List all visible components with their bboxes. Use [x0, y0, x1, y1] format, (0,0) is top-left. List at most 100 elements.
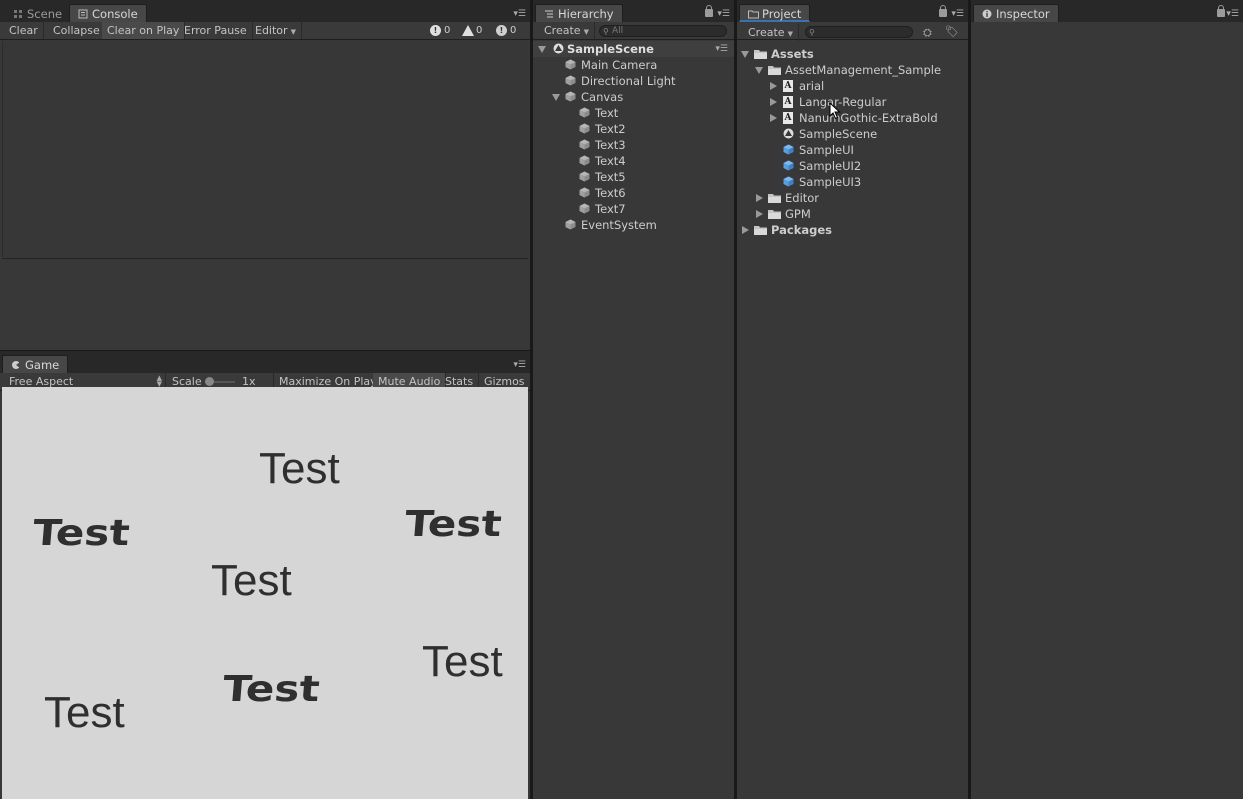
info-count-badge[interactable]: ! 0	[428, 24, 450, 38]
hierarchy-item-directional-light[interactable]: Directional Light	[533, 73, 734, 89]
project-create-label: Create	[748, 26, 785, 39]
tab-hierarchy[interactable]: Hierarchy	[535, 4, 623, 22]
tab-project[interactable]: Project	[739, 4, 811, 22]
hierarchy-item-canvas[interactable]: Canvas	[533, 89, 734, 105]
hierarchy-create-label: Create	[544, 24, 581, 37]
game-text-arial-3: Test	[422, 637, 503, 686]
scene-menu-icon[interactable]: ▾☰	[715, 41, 728, 57]
inspector-lock-icon[interactable]	[1217, 5, 1225, 17]
project-item-assets[interactable]: Assets	[737, 46, 968, 62]
project-lock-icon[interactable]	[939, 5, 947, 17]
clear-on-play-button[interactable]: Clear on Play	[102, 22, 186, 39]
project-item-editor[interactable]: Editor	[737, 190, 968, 206]
scale-slider-thumb[interactable]	[205, 377, 214, 386]
tab-inspector[interactable]: Inspector	[973, 4, 1059, 22]
unity-scene-icon	[783, 128, 794, 139]
hierarchy-item-main-camera[interactable]: Main Camera	[533, 57, 734, 73]
filter-by-type-icon[interactable]: ⛭	[923, 26, 932, 40]
editor-dropdown[interactable]: Editor ▼	[250, 22, 302, 39]
scene-row[interactable]: SampleScene ▾☰	[533, 41, 734, 57]
collapsed-triangle-icon[interactable]	[770, 82, 777, 90]
inspector-body	[971, 22, 1243, 799]
project-item-label: AssetManagement_Sample	[785, 63, 942, 77]
project-item-arial[interactable]: A arial	[737, 78, 968, 94]
console-icon	[78, 8, 88, 19]
game-panel-menu-icon[interactable]: ▾☰	[512, 360, 526, 370]
game-view[interactable]: Test Test Test Test Test Test Test	[2, 387, 528, 799]
project-search-input[interactable]: ⚲	[805, 26, 913, 38]
hierarchy-tabbar: Hierarchy ▾☰	[533, 0, 734, 22]
hierarchy-item-text3[interactable]: Text3	[533, 137, 734, 153]
collapsed-triangle-icon[interactable]	[742, 226, 749, 234]
hierarchy-item-label: Text5	[595, 170, 626, 184]
expand-triangle-icon[interactable]	[741, 51, 749, 58]
gameobject-cube-icon	[579, 171, 590, 182]
hierarchy-lock-icon[interactable]	[705, 5, 713, 17]
hierarchy-item-text6[interactable]: Text6	[533, 185, 734, 201]
project-item-samplescene[interactable]: SampleScene	[737, 126, 968, 142]
warning-count-badge[interactable]: 0	[460, 24, 482, 38]
hierarchy-item-text5[interactable]: Text5	[533, 169, 734, 185]
project-create-dropdown[interactable]: Create ▼	[743, 24, 799, 41]
game-text-arial-1: Test	[259, 444, 340, 493]
filter-by-label-icon[interactable]: 🏷	[945, 25, 959, 38]
project-item-label: NanumGothic-ExtraBold	[799, 111, 938, 125]
console-detail-area[interactable]	[2, 258, 528, 350]
project-item-gpm[interactable]: GPM	[737, 206, 968, 222]
hierarchy-item-text2[interactable]: Text2	[533, 121, 734, 137]
hierarchy-item-event-system[interactable]: EventSystem	[533, 217, 734, 233]
game-tabbar: Game ▾☰	[0, 351, 530, 373]
inspector-panel-menu-icon[interactable]: ▾☰	[1225, 9, 1239, 19]
gameobject-cube-icon	[565, 91, 576, 102]
scene-name: SampleScene	[567, 42, 654, 56]
tab-inspector-label: Inspector	[996, 7, 1050, 21]
collapsed-triangle-icon[interactable]	[770, 114, 777, 122]
hierarchy-search-input[interactable]: ⚲ All	[599, 25, 727, 37]
hierarchy-item-text4[interactable]: Text4	[533, 153, 734, 169]
hierarchy-item-label: Main Camera	[581, 58, 658, 72]
hierarchy-search-placeholder: All	[612, 26, 624, 36]
project-item-langar-regular[interactable]: A Langar-Regular	[737, 94, 968, 110]
folder-icon	[768, 210, 781, 219]
gameobject-cube-icon	[565, 75, 576, 86]
gameobject-cube-icon	[579, 139, 590, 150]
collapsed-triangle-icon[interactable]	[756, 194, 763, 202]
expand-triangle-icon[interactable]	[538, 46, 546, 53]
project-item-assetmanagement-sample[interactable]: AssetManagement_Sample	[737, 62, 968, 78]
project-panel-menu-icon[interactable]: ▾☰	[950, 9, 964, 19]
collapse-button[interactable]: Collapse	[48, 22, 106, 39]
project-item-sampleui2[interactable]: SampleUI2	[737, 158, 968, 174]
prefab-icon	[783, 160, 794, 171]
hierarchy-create-dropdown[interactable]: Create ▼	[539, 22, 595, 39]
console-tabbar: Scene Console ▾☰	[0, 0, 530, 22]
inspector-panel: Inspector ▾☰	[971, 0, 1243, 799]
error-icon: !	[496, 25, 507, 36]
project-item-packages[interactable]: Packages	[737, 222, 968, 238]
tab-game[interactable]: Game	[2, 355, 69, 373]
error-count-badge[interactable]: ! 0	[494, 24, 516, 38]
expand-triangle-icon[interactable]	[552, 94, 560, 101]
clear-button[interactable]: Clear	[4, 22, 44, 39]
console-panel: Scene Console ▾☰ Clear Collapse Clear on…	[0, 0, 530, 350]
collapsed-triangle-icon[interactable]	[770, 98, 777, 106]
hierarchy-item-text[interactable]: Text	[533, 105, 734, 121]
mouse-cursor-icon	[829, 102, 841, 120]
expand-triangle-icon[interactable]	[755, 67, 763, 74]
tab-scene-label: Scene	[27, 7, 63, 21]
tab-scene[interactable]: Scene	[4, 4, 71, 22]
project-item-sampleui3[interactable]: SampleUI3	[737, 174, 968, 190]
project-item-sampleui[interactable]: SampleUI	[737, 142, 968, 158]
console-log-area[interactable]	[2, 41, 528, 257]
folder-tab-icon	[748, 8, 759, 19]
chevron-down-icon: ▼	[290, 28, 296, 36]
hierarchy-item-label: Text6	[595, 186, 626, 200]
collapsed-triangle-icon[interactable]	[756, 210, 763, 218]
console-panel-menu-icon[interactable]: ▾☰	[512, 9, 526, 19]
game-text-bold-2: Test	[403, 502, 504, 545]
error-pause-button[interactable]: Error Pause	[179, 22, 253, 39]
tab-console[interactable]: Console	[69, 4, 147, 22]
hierarchy-item-text7[interactable]: Text7	[533, 201, 734, 217]
project-item-nanumgothic-extrabold[interactable]: A NanumGothic-ExtraBold	[737, 110, 968, 126]
hierarchy-panel-menu-icon[interactable]: ▾☰	[716, 9, 730, 19]
project-item-label: SampleScene	[799, 127, 878, 141]
